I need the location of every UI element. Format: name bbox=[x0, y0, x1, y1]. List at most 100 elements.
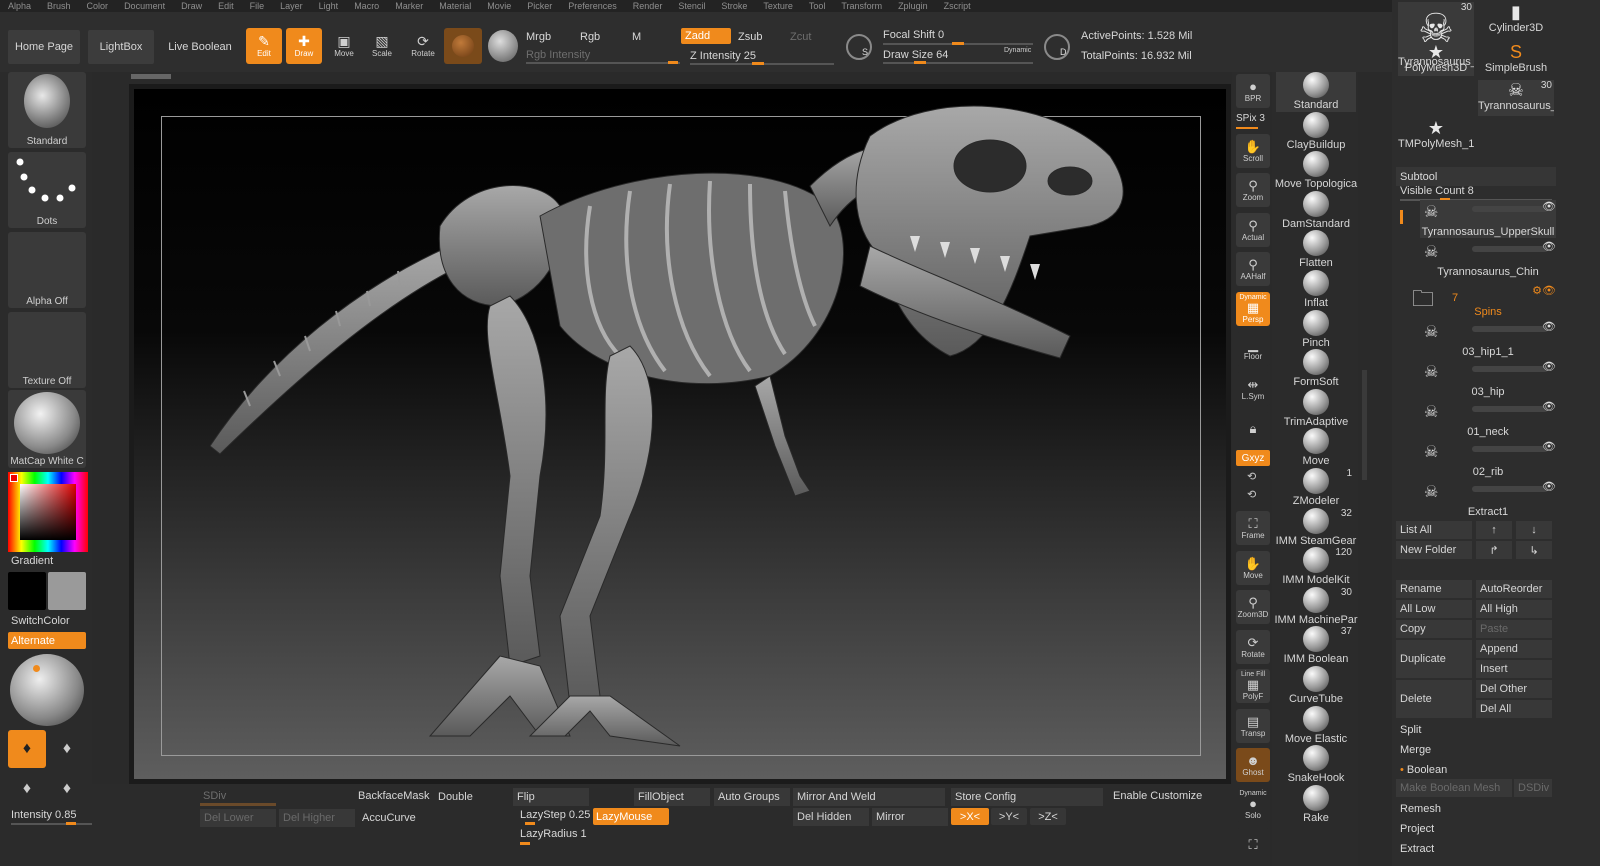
brush-item[interactable]: FormSoft bbox=[1276, 349, 1356, 389]
dynamic-toggle[interactable]: Dynamic bbox=[1004, 47, 1031, 54]
stroke-thumb[interactable]: Dots bbox=[8, 152, 86, 228]
menu-item[interactable]: Material bbox=[431, 2, 479, 11]
light-intensity-slider[interactable]: Intensity 0.85 bbox=[11, 809, 76, 821]
menu-item[interactable]: Movie bbox=[479, 2, 519, 11]
menu-item[interactable]: Stroke bbox=[713, 2, 755, 11]
zoom3d-button[interactable]: ⚲ Zoom3D bbox=[1236, 590, 1270, 624]
brush-item[interactable]: IMM MachinePar 30 bbox=[1274, 587, 1358, 627]
persp-button[interactable]: Dynamic ▦ Persp bbox=[1236, 292, 1270, 326]
duplicate-button[interactable]: Duplicate bbox=[1396, 640, 1472, 678]
copy-button[interactable]: Copy bbox=[1396, 620, 1472, 638]
xyz-button[interactable]: Gxyz bbox=[1236, 450, 1270, 466]
subtool-toggles[interactable] bbox=[1472, 246, 1548, 252]
eye-icon[interactable]: 👁︎ bbox=[1542, 400, 1556, 413]
bpr-button[interactable]: ● BPR bbox=[1236, 74, 1270, 108]
m-button[interactable]: M bbox=[632, 31, 641, 43]
remesh-section[interactable]: Remesh bbox=[1396, 799, 1556, 818]
ghost-button[interactable]: ☻ Ghost bbox=[1236, 748, 1270, 782]
material-swatch[interactable] bbox=[444, 28, 482, 64]
y-symmetry-button[interactable]: >Y< bbox=[991, 808, 1027, 825]
subtool-toggles[interactable] bbox=[1472, 326, 1548, 332]
sdiv-slider[interactable]: SDiv bbox=[203, 790, 226, 802]
tool-thumb[interactable]: ☠ Tyrannosaurus_l 30 bbox=[1478, 80, 1554, 116]
menu-item[interactable]: Macro bbox=[346, 2, 387, 11]
menu-item[interactable]: Document bbox=[116, 2, 173, 11]
append-button[interactable]: Append bbox=[1476, 640, 1552, 658]
menu-item[interactable]: Alpha bbox=[0, 2, 39, 11]
transp-button[interactable]: ▤ Transp bbox=[1236, 709, 1270, 743]
move-out-button[interactable]: ↳ bbox=[1516, 541, 1552, 559]
spix-slider[interactable]: SPix 3 bbox=[1236, 113, 1265, 124]
lsym-button[interactable]: ⇹ L.Sym bbox=[1236, 372, 1270, 406]
mirror-and-weld-button[interactable]: Mirror And Weld bbox=[793, 788, 945, 806]
actual-button[interactable]: ⚲ Actual bbox=[1236, 213, 1270, 247]
menu-item[interactable]: Transform bbox=[833, 2, 890, 11]
zadd-button[interactable]: Zadd bbox=[681, 28, 731, 44]
home-page-button[interactable]: Home Page bbox=[8, 30, 80, 64]
canvas-scroll-handle[interactable] bbox=[131, 74, 171, 79]
brush-item[interactable]: Move Topologica bbox=[1275, 151, 1357, 191]
move-up-button[interactable]: ↑ bbox=[1476, 521, 1512, 539]
subtool-item[interactable]: ☠ 👁︎ Tyrannosaurus_Chin bbox=[1420, 240, 1556, 278]
switch-color-button[interactable]: SwitchColor bbox=[11, 615, 70, 627]
light-3-icon[interactable]: ♦ bbox=[8, 770, 46, 808]
del-higher-button[interactable]: Del Higher bbox=[279, 809, 355, 827]
tool-thumb[interactable]: ★ PolyMesh3D bbox=[1398, 42, 1474, 78]
menu-item[interactable]: Zplugin bbox=[890, 2, 936, 11]
stroke-s-icon[interactable]: S bbox=[846, 34, 872, 60]
texture-thumb[interactable]: Texture Off bbox=[8, 312, 86, 388]
split-section[interactable]: Split bbox=[1396, 720, 1556, 739]
extract-section[interactable]: Extract bbox=[1396, 839, 1556, 858]
auto-reorder-button[interactable]: AutoReorder bbox=[1476, 580, 1552, 598]
expand-button[interactable]: ⛶ bbox=[1236, 828, 1270, 862]
draw-size-slider[interactable]: Draw Size 64 bbox=[883, 49, 948, 61]
visible-count-slider[interactable]: Visible Count 8 bbox=[1400, 185, 1474, 197]
rename-button[interactable]: Rename bbox=[1396, 580, 1472, 598]
color-picker[interactable] bbox=[8, 472, 88, 552]
mrgb-button[interactable]: Mrgb bbox=[526, 31, 551, 43]
paste-button[interactable]: Paste bbox=[1476, 620, 1552, 638]
alpha-thumb[interactable]: Alpha Off bbox=[8, 232, 86, 308]
solo-button[interactable]: Dynamic ● Solo bbox=[1236, 788, 1270, 822]
z-symmetry-button[interactable]: >Z< bbox=[1030, 808, 1066, 825]
brush-item[interactable]: Move Elastic bbox=[1276, 706, 1356, 746]
accucurve-button[interactable]: AccuCurve bbox=[358, 809, 434, 827]
zsub-button[interactable]: Zsub bbox=[738, 31, 762, 43]
eye-icon[interactable]: 👁︎ bbox=[1542, 320, 1556, 333]
light-position-dot[interactable] bbox=[33, 665, 40, 672]
edit-button[interactable]: ✎ Edit bbox=[246, 28, 282, 64]
make-boolean-mesh-button[interactable]: Make Boolean Mesh bbox=[1396, 779, 1512, 797]
brush-item[interactable]: TrimAdaptive bbox=[1276, 389, 1356, 429]
move-view-button[interactable]: ✋ Move bbox=[1236, 551, 1270, 585]
subtool-toggles[interactable] bbox=[1472, 366, 1548, 372]
light-sphere-icon[interactable] bbox=[10, 654, 84, 726]
eye-icon[interactable]: 👁︎ bbox=[1542, 240, 1556, 253]
menu-item[interactable]: Render bbox=[625, 2, 671, 11]
secondary-color-swatch[interactable] bbox=[48, 572, 86, 610]
all-high-button[interactable]: All High bbox=[1476, 600, 1552, 618]
floor-button[interactable]: ▁ Floor bbox=[1236, 332, 1270, 366]
subtool-toggles[interactable] bbox=[1472, 446, 1548, 452]
subtool-item[interactable]: ☠ 👁︎ 03_hip bbox=[1420, 360, 1556, 398]
brush-item[interactable]: Rake bbox=[1276, 785, 1356, 825]
brush-item[interactable]: Pinch bbox=[1276, 310, 1356, 350]
menu-item[interactable]: Color bbox=[79, 2, 117, 11]
subtool-toggles[interactable] bbox=[1472, 206, 1548, 212]
double-button[interactable]: Double bbox=[434, 788, 510, 806]
alternate-button[interactable]: Alternate bbox=[8, 632, 86, 649]
move-down-button[interactable]: ↓ bbox=[1516, 521, 1552, 539]
merge-section[interactable]: Merge bbox=[1396, 740, 1556, 759]
menu-item[interactable]: Layer bbox=[272, 2, 311, 11]
subtool-item[interactable]: 🗀︎ 7 ⚙ 👁︎ Spins bbox=[1412, 280, 1556, 318]
eye-icon[interactable]: 👁︎ bbox=[1542, 200, 1556, 213]
rotate-y-icon[interactable]: ⟲ bbox=[1247, 470, 1256, 483]
subtool-item[interactable]: ☠ 👁︎ 01_neck bbox=[1420, 400, 1556, 438]
aahalf-button[interactable]: ⚲ AAHalf bbox=[1236, 252, 1270, 286]
brush-item[interactable]: SnakeHook bbox=[1276, 745, 1356, 785]
list-all-button[interactable]: List All bbox=[1396, 521, 1472, 539]
del-hidden-button[interactable]: Del Hidden bbox=[793, 808, 869, 826]
menu-item[interactable]: Draw bbox=[173, 2, 210, 11]
brush-item[interactable]: IMM ModelKit 120 bbox=[1276, 547, 1356, 587]
material-thumb[interactable]: MatCap White C bbox=[8, 390, 86, 468]
z-intensity-slider[interactable]: Z Intensity 25 bbox=[690, 50, 756, 62]
